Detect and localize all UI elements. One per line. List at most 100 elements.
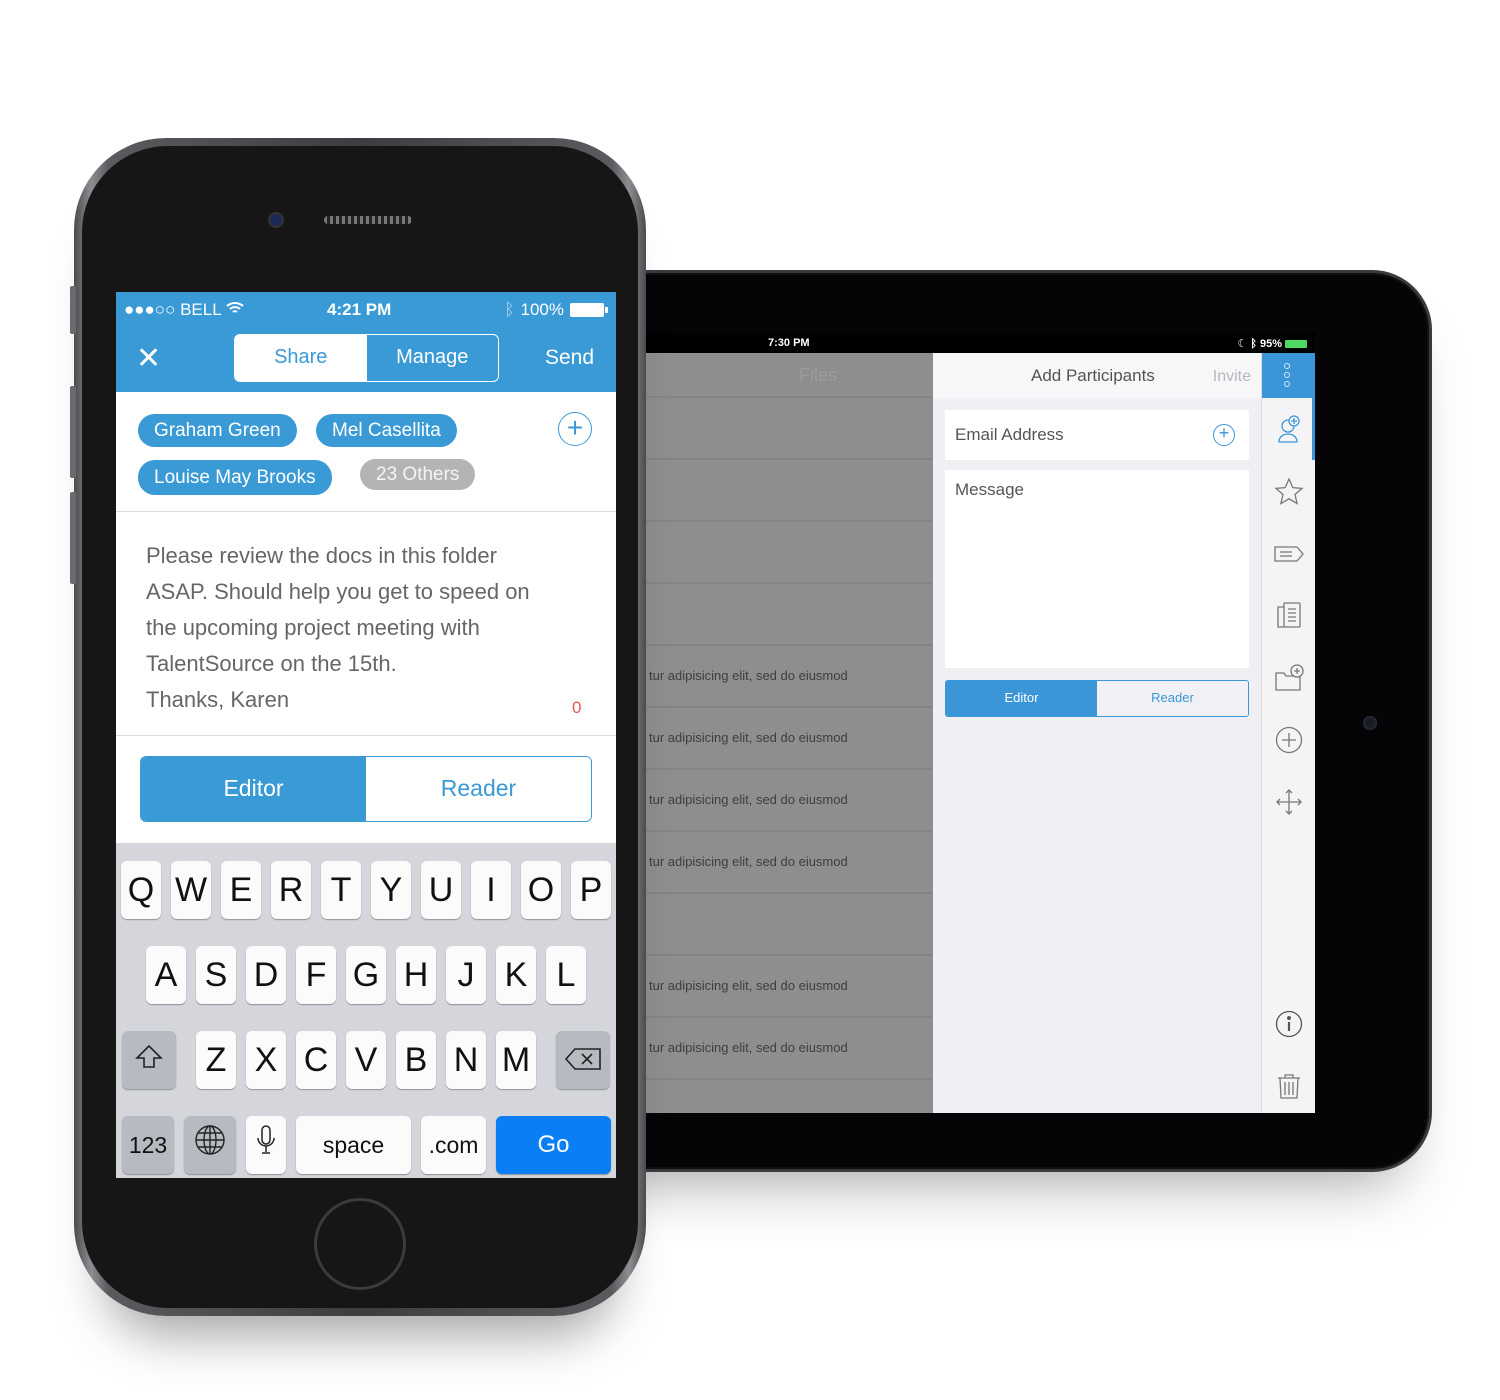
key-n[interactable]: N bbox=[446, 1031, 486, 1089]
star-icon[interactable] bbox=[1272, 475, 1306, 509]
tag-icon[interactable] bbox=[1272, 537, 1306, 571]
invite-button[interactable]: Invite bbox=[1213, 368, 1251, 386]
earpiece-speaker bbox=[324, 216, 412, 224]
numbers-key[interactable]: 123 bbox=[122, 1116, 174, 1174]
file-row-text: tur adipisicing elit, sed do eiusmod bbox=[649, 978, 848, 993]
action-sidebar bbox=[1261, 353, 1315, 1113]
key-u[interactable]: U bbox=[421, 861, 461, 919]
key-w[interactable]: W bbox=[171, 861, 211, 919]
key-c[interactable]: C bbox=[296, 1031, 336, 1089]
iphone-screen: ●●●○○ BELL 4:21 PM ᛒ 100% ✕ Share Manage… bbox=[116, 292, 616, 1178]
document-icon[interactable] bbox=[1272, 599, 1306, 633]
front-camera bbox=[268, 212, 284, 228]
others-chip[interactable]: 23 Others bbox=[360, 459, 476, 490]
key-y[interactable]: Y bbox=[371, 861, 411, 919]
add-participants-panel: Add Participants Invite Email Address + … bbox=[933, 353, 1261, 1113]
key-r[interactable]: R bbox=[271, 861, 311, 919]
battery-icon bbox=[1285, 339, 1307, 348]
globe-key[interactable] bbox=[184, 1116, 236, 1174]
file-row[interactable]: tur adipisicing elit, sed do eiusmod bbox=[643, 708, 933, 770]
ipad-role-reader[interactable]: Reader bbox=[1097, 681, 1248, 716]
moon-icon: ☾ bbox=[1237, 338, 1248, 350]
tab-manage[interactable]: Manage bbox=[367, 335, 499, 381]
ipad-camera bbox=[1363, 716, 1377, 730]
dotcom-key[interactable]: .com bbox=[421, 1116, 486, 1174]
volume-up-button bbox=[70, 386, 76, 478]
ipad-role-editor[interactable]: Editor bbox=[946, 681, 1097, 716]
key-k[interactable]: K bbox=[496, 946, 536, 1004]
bluetooth-icon: ᛒ bbox=[504, 300, 515, 319]
microphone-key[interactable] bbox=[246, 1116, 286, 1174]
shift-key[interactable] bbox=[122, 1031, 176, 1089]
send-button[interactable]: Send bbox=[545, 346, 594, 370]
key-i[interactable]: I bbox=[471, 861, 511, 919]
key-l[interactable]: L bbox=[546, 946, 586, 1004]
share-manage-tabs: Share Manage bbox=[234, 334, 499, 382]
globe-icon bbox=[195, 1125, 225, 1155]
key-x[interactable]: X bbox=[246, 1031, 286, 1089]
message-textarea[interactable]: Please review the docs in this folder AS… bbox=[116, 512, 616, 736]
recipient-chip[interactable]: Graham Green bbox=[138, 414, 297, 447]
add-person-icon[interactable] bbox=[1272, 413, 1306, 447]
ipad-clock: 7:30 PM bbox=[768, 337, 810, 349]
key-d[interactable]: D bbox=[246, 946, 286, 1004]
role-reader[interactable]: Reader bbox=[366, 757, 591, 821]
key-e[interactable]: E bbox=[221, 861, 261, 919]
panel-header: Add Participants Invite bbox=[933, 353, 1261, 398]
add-circle-icon[interactable] bbox=[1272, 723, 1306, 757]
key-m[interactable]: M bbox=[496, 1031, 536, 1089]
recipient-chip[interactable]: Mel Casellita bbox=[316, 414, 457, 447]
key-s[interactable]: S bbox=[196, 946, 236, 1004]
key-p[interactable]: P bbox=[571, 861, 611, 919]
key-q[interactable]: Q bbox=[121, 861, 161, 919]
delete-key[interactable] bbox=[556, 1031, 610, 1089]
move-icon[interactable] bbox=[1272, 785, 1306, 819]
file-row[interactable] bbox=[643, 522, 933, 584]
key-j[interactable]: J bbox=[446, 946, 486, 1004]
file-row[interactable]: tur adipisicing elit, sed do eiusmod bbox=[643, 956, 933, 1018]
close-icon[interactable]: ✕ bbox=[136, 344, 161, 374]
key-t[interactable]: T bbox=[321, 861, 361, 919]
role-segmented-control: Editor Reader bbox=[140, 756, 592, 822]
email-placeholder: Email Address bbox=[955, 425, 1064, 444]
panel-title: Add Participants bbox=[1031, 366, 1155, 385]
file-row[interactable] bbox=[643, 584, 933, 646]
file-row[interactable] bbox=[643, 894, 933, 956]
info-icon[interactable] bbox=[1272, 1007, 1306, 1041]
role-editor[interactable]: Editor bbox=[141, 757, 366, 821]
keyboard: 123 space .com Go QWERTYUIOP ASDFGHJKL ZXC… bbox=[116, 843, 616, 1178]
home-button[interactable] bbox=[314, 1198, 406, 1290]
file-row[interactable]: tur adipisicing elit, sed do eiusmod bbox=[643, 832, 933, 894]
space-key[interactable]: space bbox=[296, 1116, 411, 1174]
key-o[interactable]: O bbox=[521, 861, 561, 919]
file-row[interactable] bbox=[643, 398, 933, 460]
mute-switch bbox=[70, 286, 76, 334]
trash-icon[interactable] bbox=[1272, 1069, 1306, 1103]
volume-down-button bbox=[70, 492, 76, 584]
add-recipient-icon[interactable]: + bbox=[558, 412, 592, 446]
add-email-icon[interactable]: + bbox=[1213, 424, 1235, 446]
file-row[interactable]: tur adipisicing elit, sed do eiusmod bbox=[643, 646, 933, 708]
new-folder-icon[interactable] bbox=[1272, 661, 1306, 695]
message-field[interactable]: Message bbox=[945, 470, 1249, 668]
key-g[interactable]: G bbox=[346, 946, 386, 1004]
file-row[interactable] bbox=[643, 460, 933, 522]
file-row-text: tur adipisicing elit, sed do eiusmod bbox=[649, 792, 848, 807]
key-b[interactable]: B bbox=[396, 1031, 436, 1089]
active-indicator bbox=[1312, 398, 1315, 460]
key-h[interactable]: H bbox=[396, 946, 436, 1004]
message-text: Please review the docs in this folder AS… bbox=[146, 543, 530, 712]
file-row-text: tur adipisicing elit, sed do eiusmod bbox=[649, 730, 848, 745]
file-row[interactable]: tur adipisicing elit, sed do eiusmod bbox=[643, 1018, 933, 1080]
status-bar: ●●●○○ BELL 4:21 PM ᛒ 100% bbox=[116, 300, 616, 320]
key-v[interactable]: V bbox=[346, 1031, 386, 1089]
more-button[interactable] bbox=[1262, 353, 1315, 398]
email-address-field[interactable]: Email Address + bbox=[945, 410, 1249, 460]
key-f[interactable]: F bbox=[296, 946, 336, 1004]
file-row[interactable]: tur adipisicing elit, sed do eiusmod bbox=[643, 770, 933, 832]
key-z[interactable]: Z bbox=[196, 1031, 236, 1089]
key-a[interactable]: A bbox=[146, 946, 186, 1004]
recipient-chip[interactable]: Louise May Brooks bbox=[138, 460, 332, 495]
tab-share[interactable]: Share bbox=[235, 335, 367, 381]
go-key[interactable]: Go bbox=[496, 1116, 611, 1174]
